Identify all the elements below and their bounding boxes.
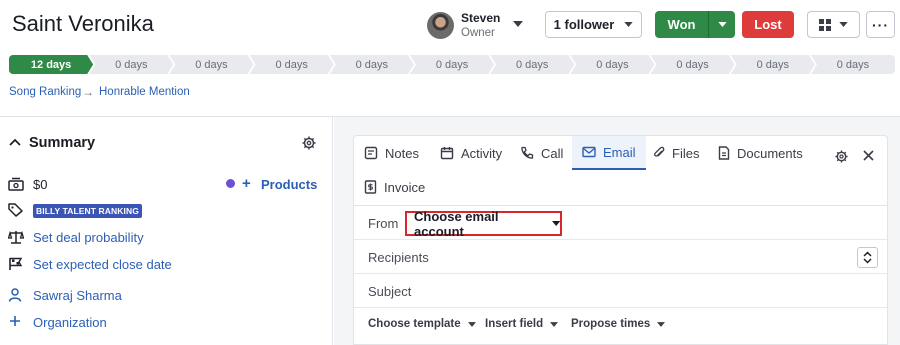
pipeline-stage[interactable]: 0 days [250, 55, 334, 74]
owner-name[interactable]: Steven [461, 11, 500, 25]
chevron-updown-icon [863, 251, 872, 264]
pipeline-stage[interactable]: 0 days [651, 55, 735, 74]
tab-label: Files [672, 145, 700, 161]
tab-label: Notes [385, 145, 419, 161]
breadcrumb-stage[interactable]: Honrable Mention [99, 86, 190, 98]
pipeline-stages: 12 days 0 days 0 days 0 days 0 days 0 days 0 d… [9, 55, 896, 74]
subject-row[interactable]: Subject [354, 274, 887, 308]
won-dropdown-button[interactable] [708, 11, 735, 38]
recipients-field[interactable]: Recipients [368, 250, 429, 265]
more-options-button[interactable]: ··· [866, 11, 895, 38]
recipients-row[interactable]: Recipients [354, 240, 887, 274]
close-icon[interactable] [863, 150, 874, 161]
owner-dropdown-icon[interactable] [513, 21, 523, 27]
toolbar-label: Choose template [368, 318, 461, 330]
chevron-down-icon [551, 221, 560, 226]
person-icon [8, 288, 22, 302]
tab-invoice[interactable]: Invoice [364, 170, 425, 204]
follower-button[interactable]: 1 follower [545, 11, 642, 38]
pipeline-stage[interactable]: 0 days [570, 55, 654, 74]
tab-notes[interactable]: Notes [364, 136, 419, 170]
tag-icon [8, 203, 23, 217]
tab-label: Documents [737, 145, 803, 161]
toolbar-label: Propose times [571, 318, 651, 330]
summary-settings-icon[interactable] [302, 136, 316, 150]
insert-field-button[interactable]: Insert field [485, 318, 559, 330]
envelope-icon [582, 146, 596, 158]
person-link[interactable]: Sawraj Sharma [33, 288, 122, 303]
tab-call[interactable]: Call [520, 136, 563, 170]
view-toggle-button[interactable] [807, 11, 860, 38]
scale-icon [8, 230, 24, 244]
tab-label: Invoice [384, 179, 426, 195]
chevron-down-icon [717, 22, 727, 27]
note-icon [364, 146, 378, 160]
paperclip-icon [654, 146, 665, 157]
tab-documents[interactable]: Documents [718, 136, 803, 170]
chevron-down-icon [839, 22, 848, 27]
tab-label: Call [541, 145, 564, 161]
add-organization-link[interactable]: Organization [33, 315, 107, 330]
tab-label: Activity [461, 145, 503, 161]
money-icon [8, 177, 24, 191]
expand-recipients-button[interactable] [857, 247, 878, 268]
choose-template-button[interactable]: Choose template [368, 318, 476, 330]
composer-settings-icon[interactable] [835, 150, 848, 163]
collapse-chevron-icon[interactable] [9, 138, 21, 146]
chevron-down-icon [657, 321, 666, 327]
tab-files[interactable]: Files [653, 136, 699, 170]
owner-role: Owner [461, 27, 495, 39]
document-icon [718, 146, 730, 160]
chevron-down-icon [467, 321, 476, 327]
follower-label: 1 follower [553, 17, 615, 32]
pipeline-stage[interactable]: 0 days [810, 55, 896, 74]
arrow-right-icon: → [82, 85, 94, 99]
pipeline-stage[interactable]: 12 days [9, 55, 93, 74]
pipeline-stage[interactable]: 0 days [731, 55, 815, 74]
pipeline-stage[interactable]: 0 days [490, 55, 574, 74]
tab-label: Email [603, 144, 636, 160]
pipeline-stage[interactable]: 0 days [169, 55, 253, 74]
chevron-down-icon [550, 321, 559, 327]
label-badge[interactable]: BILLY TALENT RANKING [33, 204, 142, 218]
lost-button[interactable]: Lost [742, 11, 794, 38]
add-products-link[interactable]: Products [261, 177, 317, 192]
toolbar-label: Insert field [485, 318, 544, 330]
tab-activity[interactable]: Activity [440, 136, 502, 170]
propose-times-button[interactable]: Propose times [571, 318, 666, 330]
grid-icon [819, 18, 831, 31]
deal-value[interactable]: $0 [33, 177, 47, 192]
phone-icon [521, 146, 534, 159]
composer-card: Notes Activity Call Email Files Document… [353, 135, 888, 345]
set-probability-link[interactable]: Set deal probability [33, 230, 144, 245]
tab-email[interactable]: Email [572, 136, 646, 170]
email-account-value: Choose email account [414, 208, 499, 239]
set-close-date-link[interactable]: Set expected close date [33, 257, 172, 272]
plus-icon[interactable]: + [242, 175, 251, 192]
email-account-select[interactable]: Choose email account [405, 208, 562, 239]
plus-icon[interactable] [8, 314, 22, 328]
pipeline-stage[interactable]: 0 days [330, 55, 414, 74]
pipeline-stage[interactable]: 0 days [89, 55, 173, 74]
pipeline-stage[interactable]: 0 days [410, 55, 494, 74]
from-label: From [368, 216, 399, 231]
deal-title[interactable]: Saint Veronika [12, 11, 154, 37]
subject-field[interactable]: Subject [368, 284, 411, 299]
owner-avatar[interactable] [427, 12, 454, 39]
won-button[interactable]: Won [655, 11, 708, 38]
product-status-dot [226, 179, 235, 188]
flag-icon [8, 257, 23, 271]
calendar-icon [440, 147, 454, 160]
breadcrumb-pipeline[interactable]: Song Ranking [9, 86, 81, 98]
invoice-icon [364, 180, 377, 194]
chevron-down-icon [624, 22, 634, 27]
from-row: From Choose email account [354, 206, 887, 240]
summary-title: Summary [29, 135, 96, 151]
